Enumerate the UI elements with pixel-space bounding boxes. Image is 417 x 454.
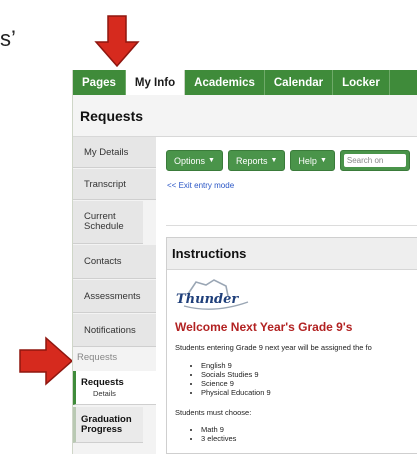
logo-text: Thunder — [176, 292, 239, 307]
red-arrow-right-icon — [19, 336, 74, 386]
list-item: 3 electives — [201, 434, 236, 443]
sidebar-item-requests[interactable]: Requests Details — [73, 371, 156, 405]
sidebar-item-assessments[interactable]: Assessments — [73, 280, 156, 313]
sidebar-item-label: Graduation Progress — [81, 413, 132, 435]
sidebar-item-label: Contacts — [84, 256, 122, 267]
main-content: Options ▼ Reports ▼ Help ▼ Search on << Exi… — [156, 137, 417, 454]
sidebar-item-notifications[interactable]: Notifications — [73, 314, 156, 347]
divider — [166, 225, 417, 226]
help-button[interactable]: Help ▼ — [290, 150, 335, 171]
reports-button[interactable]: Reports ▼ — [227, 150, 286, 171]
caret-down-icon: ▼ — [319, 157, 327, 164]
top-navigation: Pages My Info Academics Calendar Locker — [73, 70, 417, 95]
options-button[interactable]: Options ▼ — [166, 150, 223, 171]
sidebar-item-label: Notifications — [84, 324, 136, 336]
reports-label: Reports — [235, 155, 268, 166]
red-arrow-down-icon — [94, 15, 140, 68]
tab-pages[interactable]: Pages — [73, 70, 126, 95]
exit-entry-mode-link[interactable]: << Exit entry mode — [167, 181, 234, 190]
help-label: Help — [298, 155, 317, 166]
sidebar-item-contacts[interactable]: Contacts — [73, 245, 156, 279]
sidebar-item-transcript[interactable]: Transcript — [73, 169, 156, 200]
sidebar-item-label: Assessments — [84, 290, 141, 302]
search-box: Search on — [339, 150, 410, 171]
list-item: Math 9 — [201, 425, 236, 434]
welcome-heading: Welcome Next Year's Grade 9's — [175, 320, 353, 334]
sidebar-item-my-details[interactable]: My Details — [73, 137, 156, 168]
list-item: English 9 — [201, 361, 271, 370]
thunder-logo: Thunder — [176, 279, 249, 310]
sidebar-item-graduation-progress[interactable]: Graduation Progress — [73, 407, 143, 443]
page-header: Requests — [73, 95, 417, 137]
options-label: Options — [174, 155, 206, 166]
sidebar-item-label: My Details — [84, 146, 129, 158]
sidebar: My Details Transcript Current Schedule C… — [73, 137, 156, 454]
sidebar-item-label: Requests — [81, 377, 124, 388]
tab-academics[interactable]: Academics — [185, 70, 265, 95]
list-item: Science 9 — [201, 379, 271, 388]
list-item: Socials Studies 9 — [201, 370, 271, 379]
search-input[interactable]: Search on — [343, 154, 406, 167]
choose-course-list: Math 9 3 electives — [193, 425, 236, 443]
tab-my-info[interactable]: My Info — [125, 70, 186, 95]
sidebar-item-current-schedule[interactable]: Current Schedule — [73, 201, 143, 244]
tab-calendar[interactable]: Calendar — [265, 70, 334, 95]
app-window: Pages My Info Academics Calendar Locker … — [72, 70, 417, 454]
list-item: Physical Education 9 — [201, 388, 271, 397]
sidebar-item-label: Transcript — [84, 178, 126, 190]
intro-text: Students entering Grade 9 next year will… — [175, 343, 372, 352]
sidebar-group-label: Requests — [73, 352, 156, 368]
sidebar-item-label: Current Schedule — [84, 211, 124, 232]
partial-heading-text: s’ — [0, 26, 16, 51]
must-choose-text: Students must choose: — [175, 408, 252, 417]
page-title: Requests — [80, 107, 144, 124]
caret-down-icon: ▼ — [208, 157, 215, 164]
sidebar-subitem-details[interactable]: Details — [81, 389, 116, 398]
assigned-course-list: English 9 Socials Studies 9 Science 9 Ph… — [193, 361, 271, 397]
instructions-panel: Instructions Thunder Welcome Next Year's… — [166, 237, 417, 454]
instructions-heading: Instructions — [167, 238, 417, 270]
toolbar: Options ▼ Reports ▼ Help ▼ Search on — [166, 150, 410, 171]
caret-down-icon: ▼ — [270, 157, 278, 164]
tab-locker[interactable]: Locker — [333, 70, 390, 95]
